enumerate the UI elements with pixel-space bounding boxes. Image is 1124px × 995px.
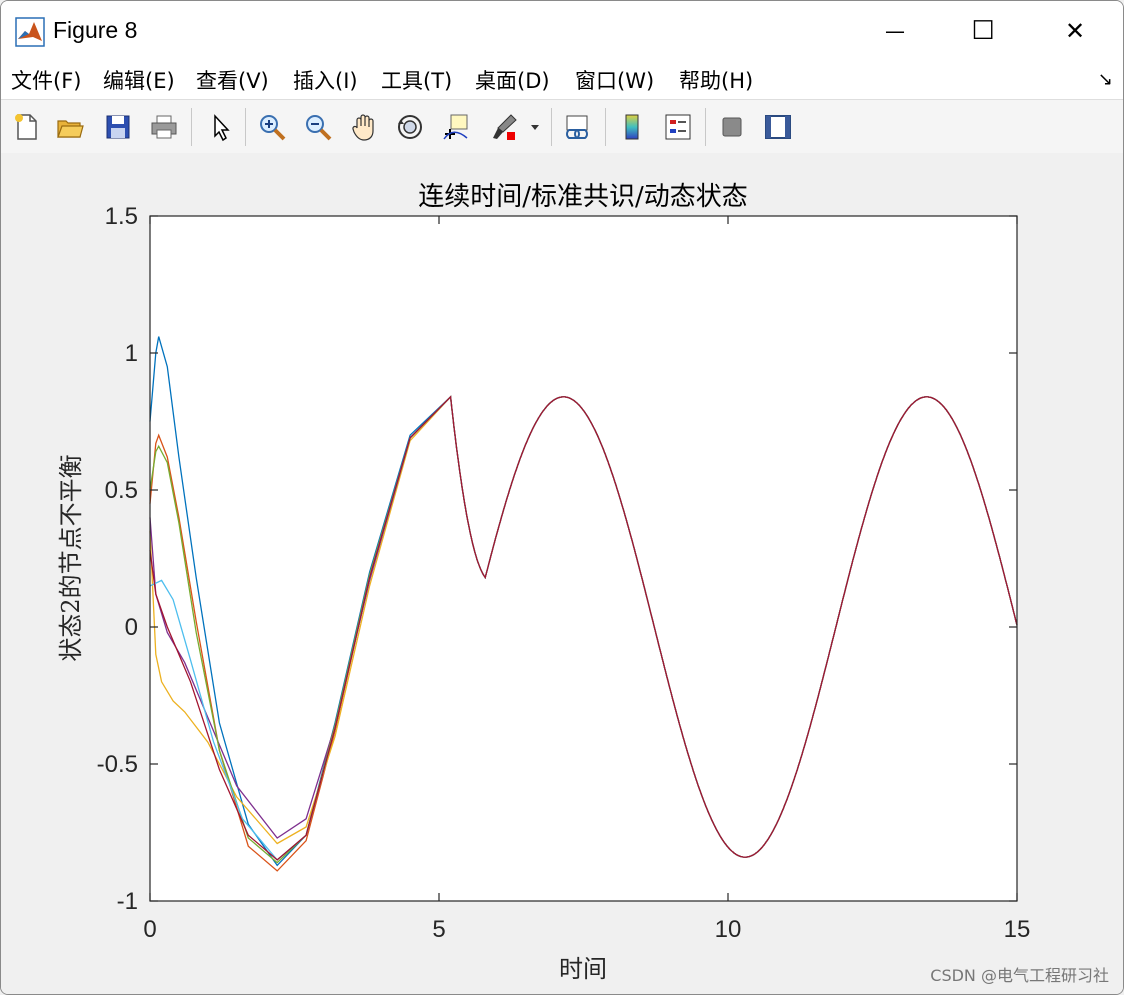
menu-tools[interactable]: 工具(T) [381,65,452,95]
menu-window[interactable]: 窗口(W) [575,65,654,95]
close-icon: ✕ [1064,17,1086,45]
y-tick-label: -0.5 [97,751,138,778]
hide-plot-tools-icon[interactable] [713,108,751,146]
brush-icon[interactable] [485,108,523,146]
figure-canvas: 0 5 10 15 -1 -0.5 0 0.5 1 1.5 连续时间/标准共识/动态状态 时间 状… [1,153,1123,994]
window-title: Figure 8 [53,17,138,43]
matlab-logo-icon [15,17,45,47]
x-tick-label: 10 [715,916,742,943]
open-folder-icon[interactable] [51,108,89,146]
minimize-button[interactable]: — [849,1,941,61]
maximize-button[interactable]: ☐ [937,1,1029,61]
rotate-3d-icon[interactable] [391,108,429,146]
legend-icon[interactable] [659,108,697,146]
close-button[interactable]: ✕ [1029,1,1121,61]
axes-background [150,216,1017,901]
menu-help[interactable]: 帮助(H) [679,65,753,95]
toolbar-separator [605,108,606,146]
toolbar-separator [191,108,192,146]
chart-title: 连续时间/标准共识/动态状态 [418,182,748,212]
new-file-icon[interactable] [7,108,45,146]
y-tick-label: -1 [117,888,138,915]
menu-edit[interactable]: 编辑(E) [103,65,175,95]
watermark: CSDN @电气工程研习社 [930,966,1109,985]
line-chart: 0 5 10 15 -1 -0.5 0 0.5 1 1.5 连续时间/标准共识/动态状态 时间 状… [57,182,1031,983]
y-tick-label: 0.5 [105,477,138,504]
zoom-in-icon[interactable] [253,108,291,146]
toolbar [1,99,1123,154]
x-tick-label: 15 [1004,916,1031,943]
y-axis-label: 状态2的节点不平衡 [57,454,85,661]
figure-window: Figure 8 — ☐ ✕ 文件(F) 编辑(E) 查看(V) 插入(I) 工… [0,0,1124,995]
y-tick-label: 0 [125,614,138,641]
pan-hand-icon[interactable] [345,108,383,146]
toolbar-separator [245,108,246,146]
y-tick-label: 1 [125,340,138,367]
pointer-icon[interactable] [201,108,239,146]
x-tick-label: 5 [432,916,445,943]
show-plot-tools-icon[interactable] [759,108,797,146]
toolbar-separator [551,108,552,146]
maximize-icon: ☐ [971,16,995,46]
colorbar-icon[interactable] [613,108,651,146]
x-tick-label: 0 [143,916,156,943]
save-icon[interactable] [99,108,137,146]
menu-desktop[interactable]: 桌面(D) [475,65,550,95]
zoom-out-icon[interactable] [299,108,337,146]
minimize-icon: — [885,19,905,43]
brush-dropdown-icon[interactable] [525,108,545,146]
y-tick-label: 1.5 [105,203,138,230]
x-axis-label: 时间 [559,955,607,983]
link-plot-icon[interactable] [559,108,597,146]
dock-arrow-icon[interactable]: ↘ [1098,69,1113,90]
print-icon[interactable] [145,108,183,146]
title-bar: Figure 8 — ☐ ✕ [1,1,1123,61]
data-cursor-icon[interactable] [437,108,475,146]
menu-bar: 文件(F) 编辑(E) 查看(V) 插入(I) 工具(T) 桌面(D) 窗口(W… [1,61,1123,99]
menu-view[interactable]: 查看(V) [196,65,269,95]
toolbar-separator [705,108,706,146]
menu-file[interactable]: 文件(F) [11,65,81,95]
menu-insert[interactable]: 插入(I) [293,65,358,95]
